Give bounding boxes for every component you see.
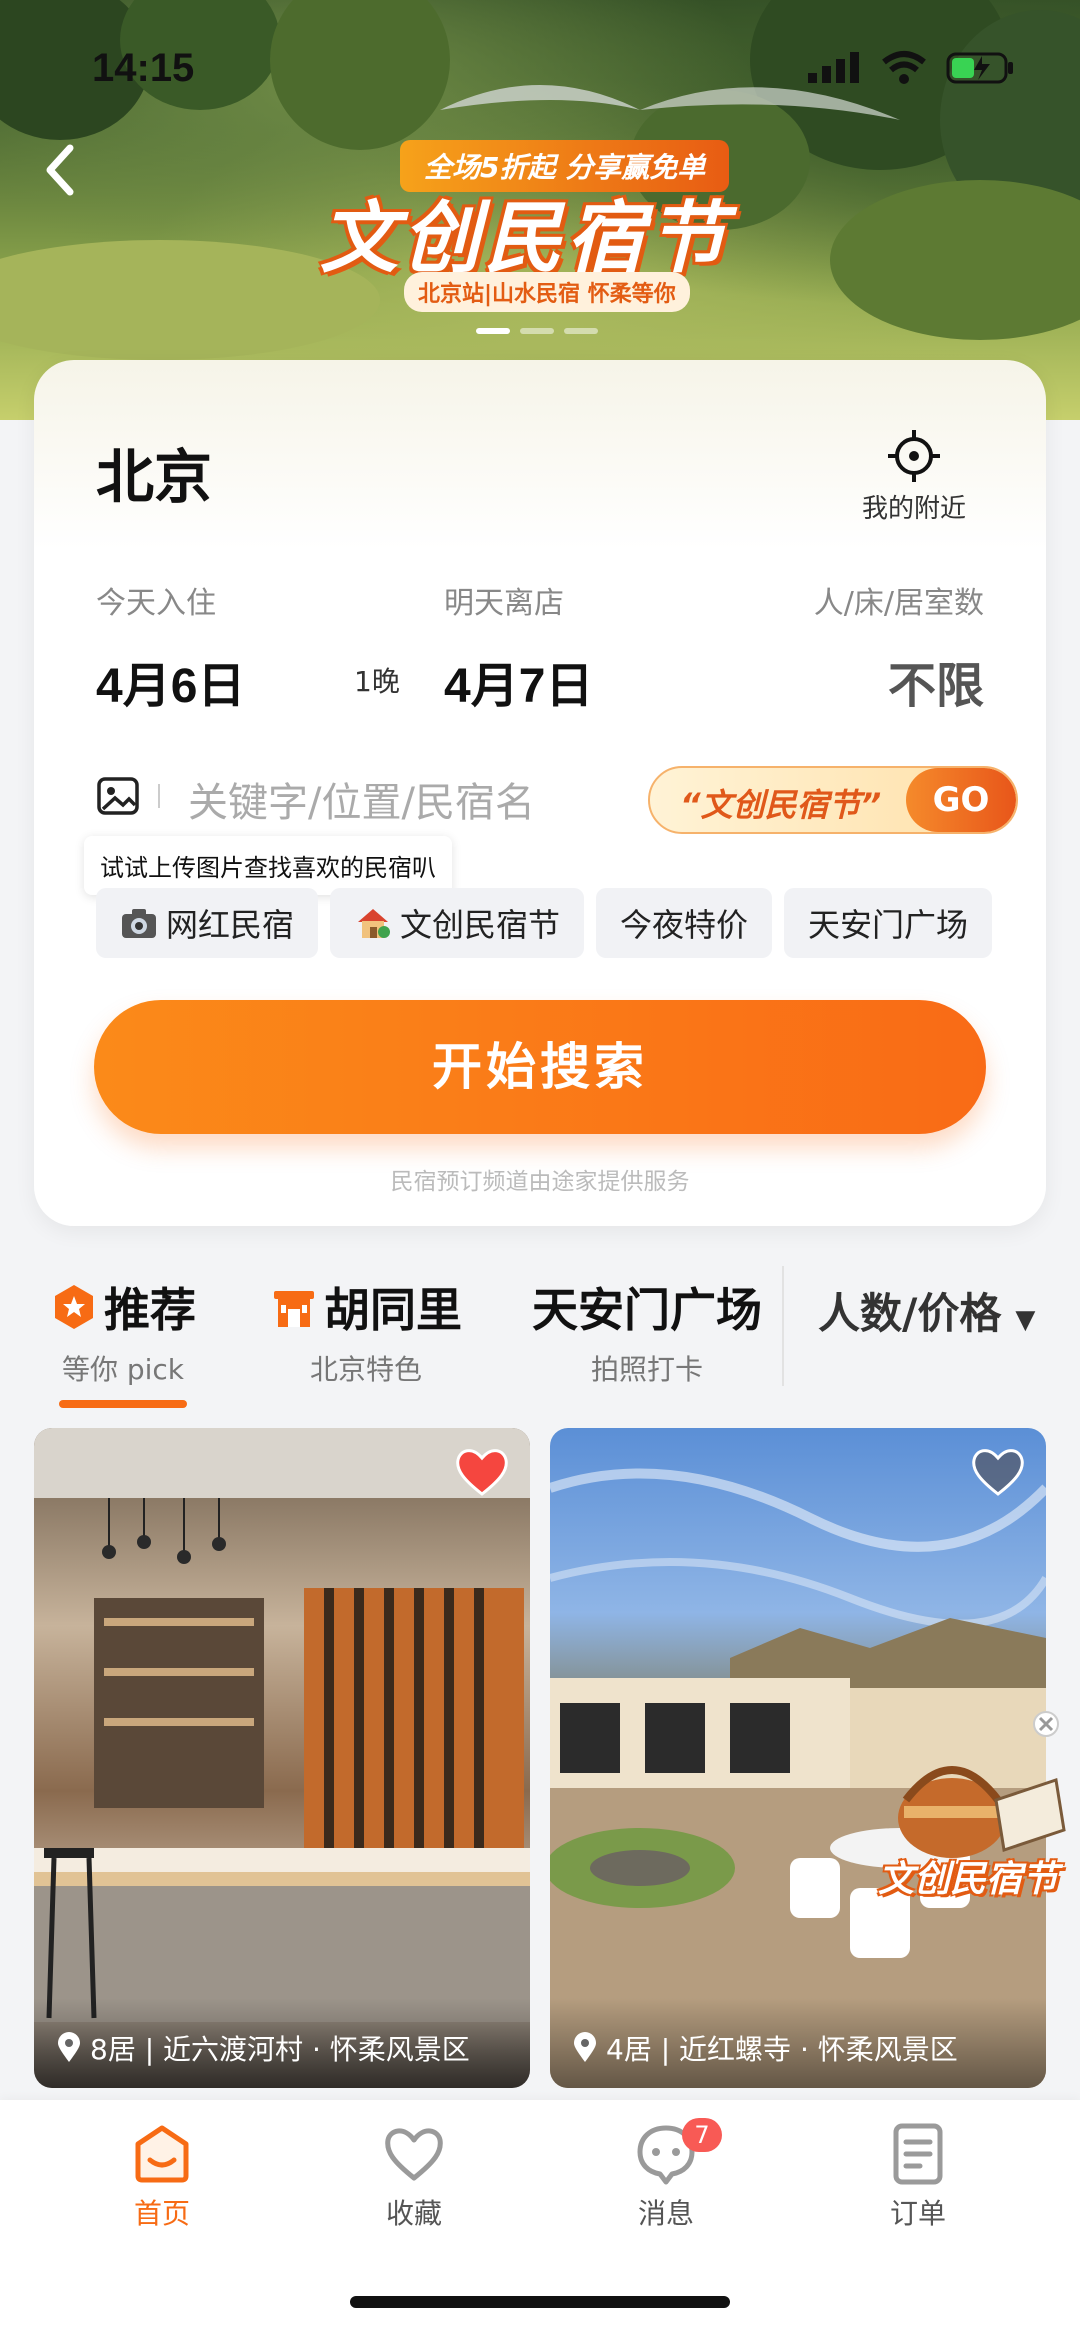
favorite-heart-icon[interactable] bbox=[454, 1446, 510, 1498]
tab-home[interactable]: 首页 bbox=[62, 2122, 262, 2232]
tab-favorites[interactable]: 收藏 bbox=[314, 2122, 514, 2232]
keyword-separator bbox=[158, 784, 160, 808]
image-search-tooltip: 试试上传图片查找喜欢的民宿叭 bbox=[84, 836, 452, 895]
floating-promo-label: 文创民宿节 bbox=[878, 1859, 1059, 1900]
chip-label: 天安门广场 bbox=[808, 906, 969, 944]
tab-title: 推荐 bbox=[104, 1283, 196, 1337]
tab-subtitle: 北京特色 bbox=[309, 1353, 422, 1386]
locate-icon bbox=[887, 430, 940, 482]
listing-location: 8居 | 近六渡河村 · 怀柔风景区 bbox=[90, 2033, 470, 2066]
guests-selector[interactable]: 人/床/居室数 不限 bbox=[814, 578, 984, 716]
banner-logo[interactable]: 全场5折起 分享赢免单 文创民宿节 北京站|山水民宿 怀柔等你 bbox=[320, 140, 780, 312]
image-search-icon[interactable] bbox=[96, 774, 140, 818]
favorite-heart-icon[interactable] bbox=[970, 1446, 1026, 1498]
start-search-button[interactable]: 开始搜索 bbox=[94, 1000, 986, 1134]
chip-wanghong[interactable]: 网红民宿 bbox=[96, 888, 319, 958]
listing-card[interactable]: 8居 | 近六渡河村 · 怀柔风景区 bbox=[34, 1428, 530, 2088]
checkout[interactable]: 明天离店 4月7日 bbox=[444, 578, 593, 716]
checkin[interactable]: 今天入住 4月6日 bbox=[96, 578, 245, 716]
tab-subtitle: 拍照打卡 bbox=[590, 1353, 703, 1386]
camera-icon bbox=[122, 909, 156, 938]
checkin-label: 今天入住 bbox=[96, 586, 216, 621]
wifi-icon bbox=[882, 51, 926, 84]
tab-subtitle: 等你 pick bbox=[61, 1353, 185, 1386]
search-card: 北京 我的附近 今天入住 4月6日 1晚 明天离店 4月7日 人/床/居室数 不… bbox=[34, 360, 1046, 1226]
back-icon[interactable] bbox=[40, 140, 80, 200]
message-count-badge: 7 bbox=[682, 2118, 722, 2152]
carousel-dot bbox=[564, 328, 598, 334]
tab-divider bbox=[782, 1266, 784, 1386]
nights-count: 1晚 bbox=[354, 665, 400, 698]
heart-icon bbox=[385, 2128, 443, 2181]
nearby-label: 我的附近 bbox=[861, 494, 966, 524]
signal-icon bbox=[808, 52, 859, 83]
checkout-date: 4月7日 bbox=[444, 660, 594, 713]
tab-label: 首页 bbox=[133, 2197, 190, 2230]
tab-title: 胡同里 bbox=[324, 1283, 462, 1337]
floating-promo-badge[interactable]: 文创民宿节 bbox=[876, 1700, 1076, 1900]
battery-icon bbox=[946, 52, 1013, 84]
home-indicator bbox=[350, 2296, 730, 2308]
listing-photo-cafe bbox=[34, 1428, 530, 2022]
provider-note: 民宿预订频道由途家提供服务 bbox=[390, 1169, 690, 1195]
active-tab-indicator bbox=[59, 1400, 187, 1408]
home-icon bbox=[135, 2125, 189, 2183]
banner-subtitle: 北京站|山水民宿 怀柔等你 bbox=[404, 272, 690, 312]
carousel-dots bbox=[476, 328, 598, 334]
guests-label: 人/床/居室数 bbox=[813, 586, 984, 621]
tab-label: 收藏 bbox=[385, 2197, 442, 2230]
recommend-icon bbox=[55, 1285, 93, 1329]
hutong-icon bbox=[274, 1291, 314, 1327]
guests-value: 不限 bbox=[887, 660, 984, 713]
listing-location: 4居 | 近红螺寺 · 怀柔风景区 bbox=[606, 2033, 958, 2066]
caret-down-icon: ▼ bbox=[1015, 1305, 1036, 1335]
carousel-dot bbox=[476, 328, 510, 334]
tab-tiananmen[interactable]: 天安门广场 拍照打卡 bbox=[532, 1274, 762, 1388]
listing-location-bar: 8居 | 近六渡河村 · 怀柔风景区 bbox=[34, 1998, 530, 2088]
promo-label: “文创民宿节” bbox=[680, 786, 882, 824]
tab-messages[interactable]: 7 消息 bbox=[566, 2118, 766, 2232]
status-bar: 14:15 bbox=[0, 40, 1080, 100]
chip-tiananmen[interactable]: 天安门广场 bbox=[784, 888, 993, 958]
order-list-icon bbox=[893, 2123, 943, 2185]
chip-label: 网红民宿 bbox=[166, 906, 295, 944]
promo-go-button[interactable]: “文创民宿节” GO bbox=[648, 766, 1018, 834]
status-time: 14:15 bbox=[92, 46, 195, 90]
tab-recommend[interactable]: 推荐 等你 pick bbox=[50, 1274, 196, 1408]
checkout-label: 明天离店 bbox=[444, 586, 564, 621]
category-tabs: 推荐 等你 pick 胡同里 北京特色 天安门广场 拍照打卡 人数/价格 ▼ bbox=[0, 1250, 1080, 1410]
tab-label: 订单 bbox=[889, 2197, 946, 2230]
chip-tonight-deal[interactable]: 今夜特价 bbox=[596, 888, 773, 958]
tab-label: 消息 bbox=[637, 2197, 694, 2230]
chip-wenchuang[interactable]: 文创民宿节 bbox=[330, 888, 585, 958]
tab-orders[interactable]: 订单 bbox=[818, 2122, 1018, 2232]
keyword-input[interactable]: 关键字/位置/民宿名 bbox=[188, 770, 535, 828]
carousel-dot bbox=[520, 328, 554, 334]
nearby-button[interactable]: 我的附近 bbox=[862, 428, 966, 525]
people-price-filter[interactable]: 人数/价格 ▼ bbox=[818, 1280, 1035, 1341]
hero-banner[interactable]: 14:15 全场5折起 分享赢免单 文创民宿节 北京站|山水民宿 怀柔等你 bbox=[0, 0, 1080, 420]
listing-location-bar: 4居 | 近红螺寺 · 怀柔风景区 bbox=[550, 1998, 1046, 2088]
chip-label: 今夜特价 bbox=[620, 906, 749, 944]
checkin-date: 4月6日 bbox=[96, 660, 246, 713]
location-pin-icon bbox=[58, 2032, 80, 2062]
house-icon bbox=[358, 909, 391, 938]
quick-tags: 网红民宿 文创民宿节 今夜特价 天安门广场 bbox=[96, 888, 1018, 960]
city-selector[interactable]: 北京 bbox=[96, 430, 212, 514]
keyword-search[interactable]: 关键字/位置/民宿名 “文创民宿节” GO bbox=[96, 760, 1018, 840]
chip-label: 文创民宿节 bbox=[400, 906, 561, 944]
tab-title: 天安门广场 bbox=[532, 1283, 762, 1337]
date-selector[interactable]: 今天入住 4月6日 1晚 明天离店 4月7日 人/床/居室数 不限 bbox=[96, 578, 984, 713]
go-button[interactable]: GO bbox=[906, 768, 1016, 832]
location-pin-icon bbox=[574, 2032, 596, 2062]
filter-label: 人数/价格 bbox=[818, 1289, 1002, 1338]
tab-hutong[interactable]: 胡同里 北京特色 bbox=[270, 1274, 462, 1388]
